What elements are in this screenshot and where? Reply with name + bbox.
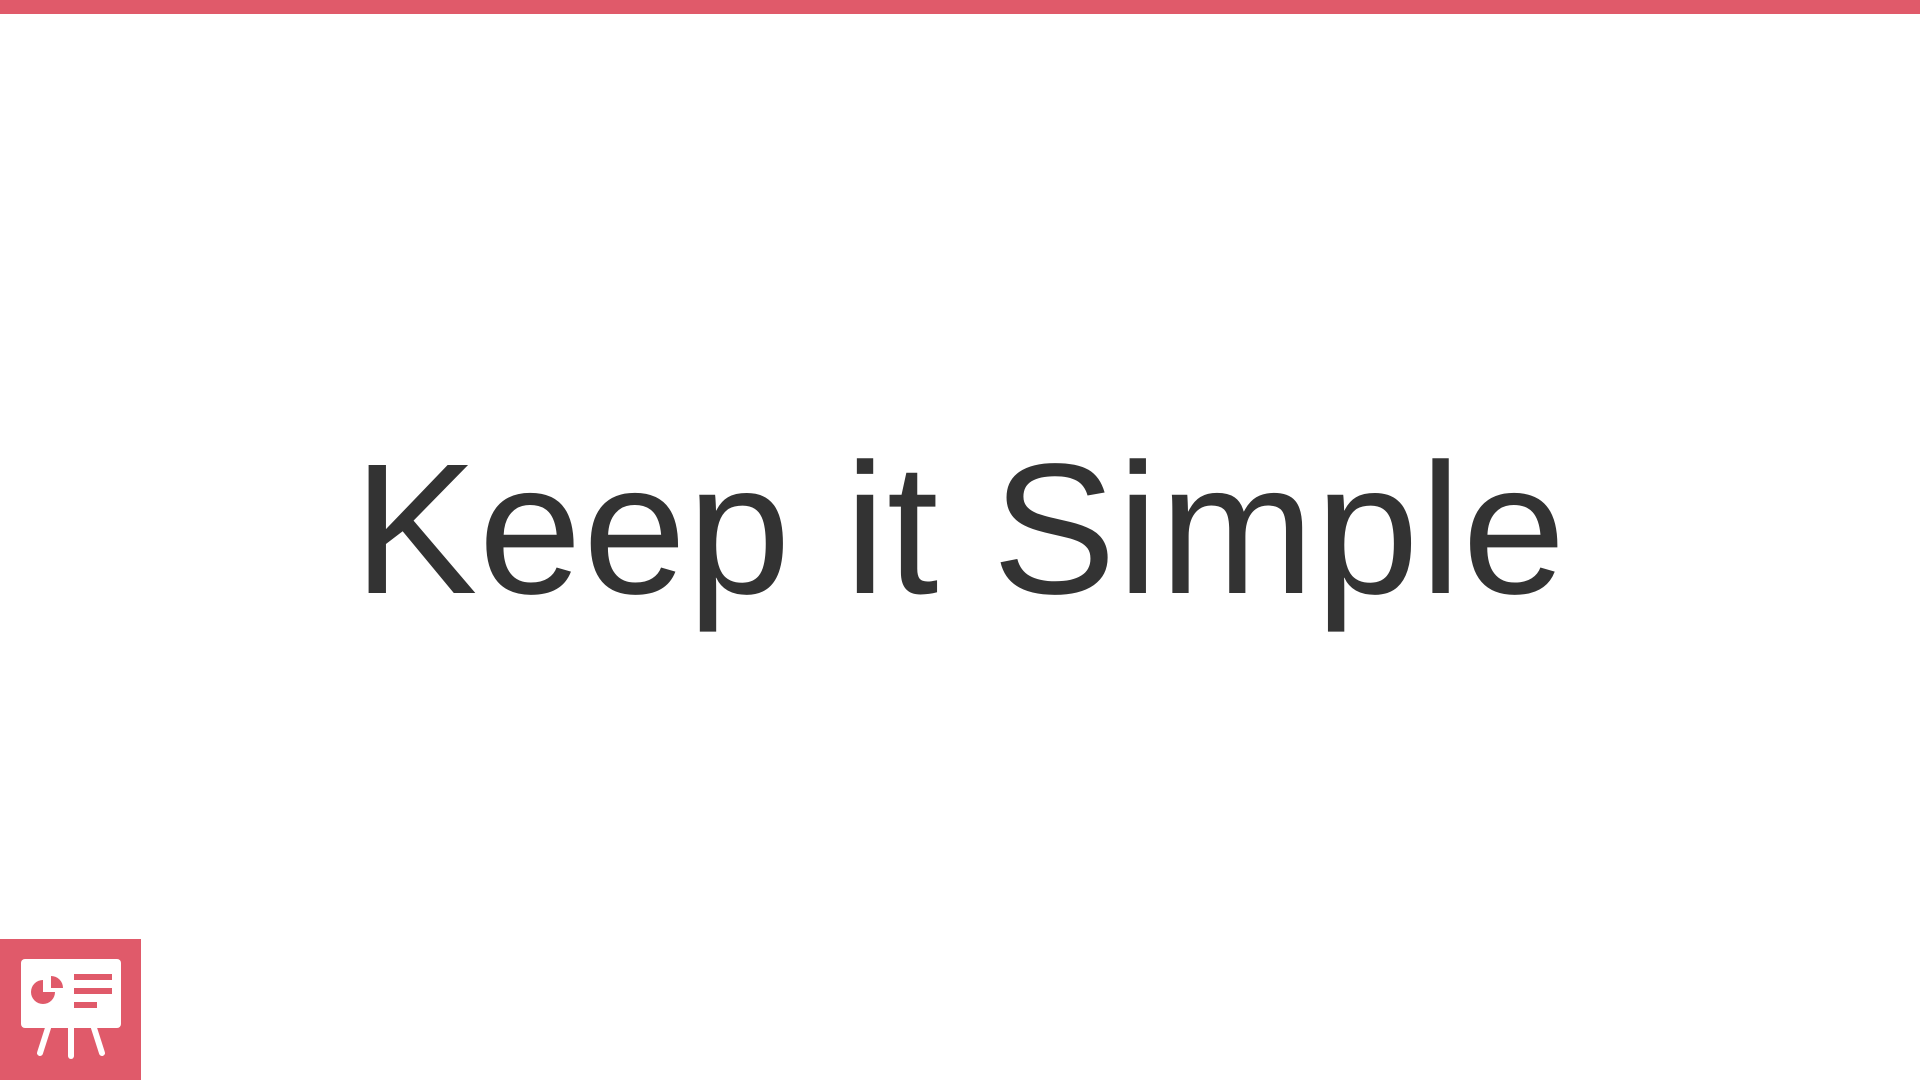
slide: Keep it Simple	[0, 0, 1920, 1080]
top-accent-bar	[0, 0, 1920, 14]
slide-title: Keep it Simple	[353, 426, 1567, 633]
app-logo[interactable]	[0, 939, 141, 1080]
presentation-board-icon	[21, 959, 121, 1059]
